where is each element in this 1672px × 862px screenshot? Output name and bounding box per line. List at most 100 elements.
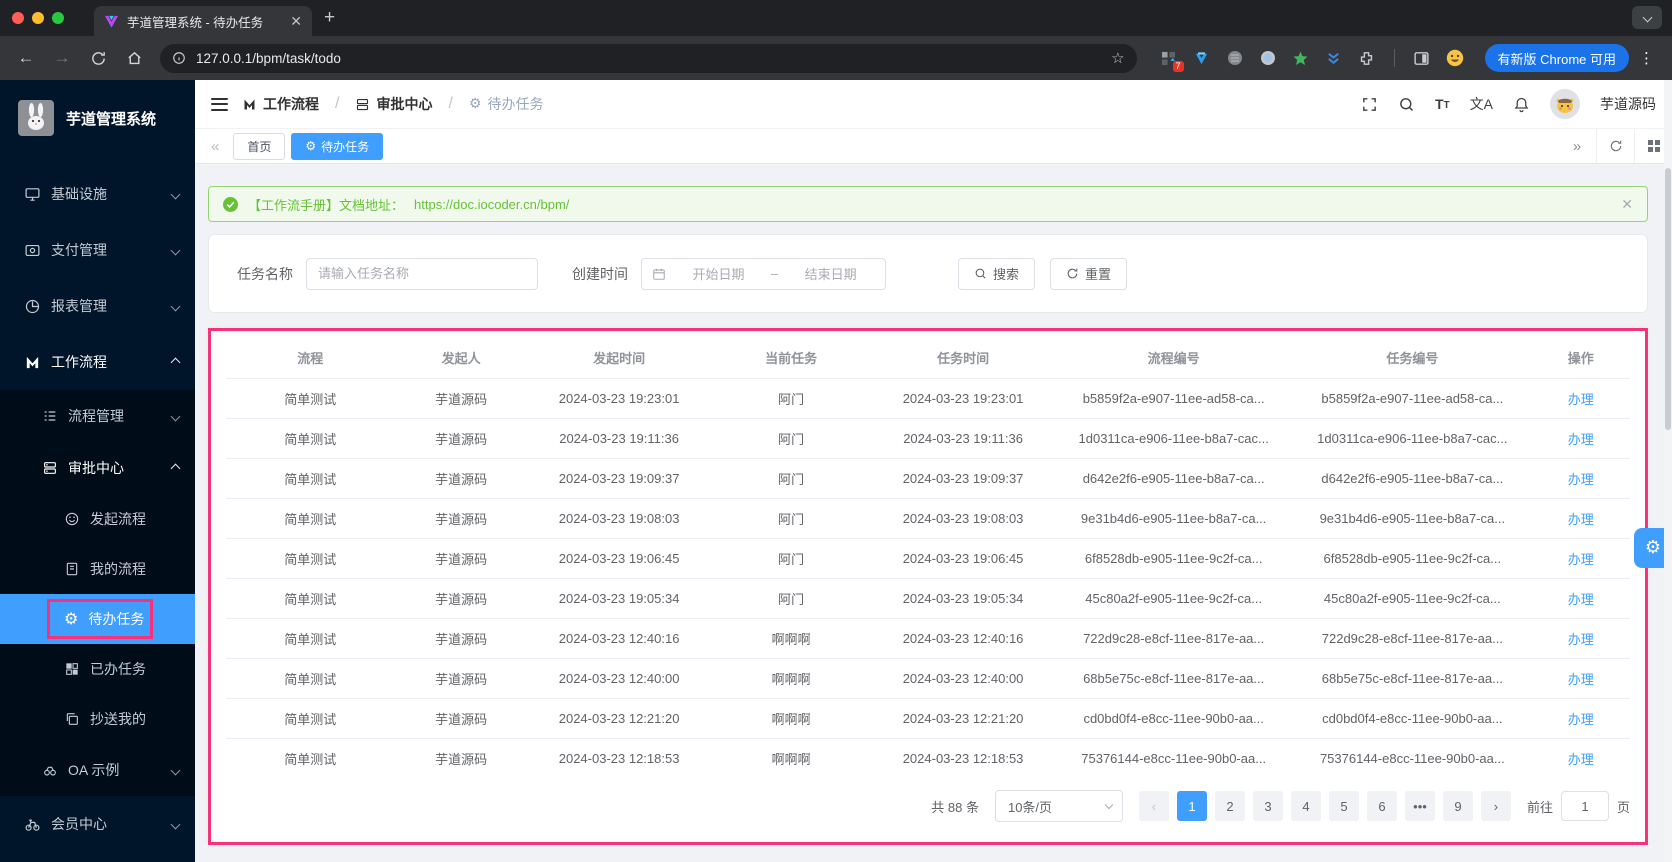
next-page-button[interactable]: › bbox=[1480, 791, 1511, 821]
hamburger-menu-icon[interactable] bbox=[211, 97, 228, 111]
server-icon bbox=[357, 98, 369, 110]
bell-icon[interactable] bbox=[1513, 96, 1530, 113]
sidebar-item-todo-task[interactable]: ⚙ 待办任务 bbox=[0, 594, 195, 644]
window-close-button[interactable] bbox=[12, 12, 24, 24]
page-scrollbar[interactable] bbox=[1664, 80, 1672, 862]
page-button[interactable]: 9 bbox=[1442, 791, 1473, 821]
handle-link[interactable]: 办理 bbox=[1568, 472, 1594, 487]
cell-process: 简单测试 bbox=[284, 592, 337, 607]
user-avatar[interactable] bbox=[1550, 89, 1580, 119]
profile-emoji-icon[interactable] bbox=[1445, 48, 1465, 68]
scrollbar-thumb[interactable] bbox=[1665, 168, 1671, 430]
double-chevron-extension-icon[interactable] bbox=[1324, 48, 1344, 68]
home-button[interactable] bbox=[120, 50, 148, 67]
sidebar-item-oa-example[interactable]: OA 示例 bbox=[0, 744, 195, 796]
new-tab-button[interactable]: + bbox=[324, 7, 335, 29]
handle-link[interactable]: 办理 bbox=[1568, 432, 1594, 447]
handle-link[interactable]: 办理 bbox=[1568, 752, 1594, 767]
page-button[interactable]: 2 bbox=[1214, 791, 1245, 821]
monitor-icon bbox=[24, 186, 41, 203]
column-header: 当前任务 bbox=[765, 350, 818, 366]
breadcrumb-workflow[interactable]: 工作流程 bbox=[242, 94, 319, 114]
tab-home[interactable]: 首页 bbox=[233, 132, 286, 160]
alert-doc-link[interactable]: https://doc.iocoder.cn/bpm/ bbox=[414, 197, 569, 212]
cell-start_time: 2024-03-23 19:06:45 bbox=[558, 551, 680, 566]
tab-list-button[interactable] bbox=[1632, 6, 1662, 29]
task-name-input[interactable] bbox=[306, 257, 538, 290]
locale-icon[interactable]: 文A bbox=[1470, 94, 1493, 114]
sidebar-item-report[interactable]: 报表管理 bbox=[0, 278, 195, 334]
browser-menu-icon[interactable]: ⋮ bbox=[1637, 49, 1660, 67]
screen: 芋道管理系统 - 待办任务 ✕ + ← → 127.0.0.1/bpm/task… bbox=[0, 0, 1672, 862]
page-button[interactable]: 3 bbox=[1252, 791, 1283, 821]
font-size-icon[interactable]: TT bbox=[1435, 96, 1450, 112]
gray-sphere-extension-icon[interactable] bbox=[1225, 48, 1245, 68]
cell-process_no: 45c80a2f-e905-11ee-9c2f-ca... bbox=[1085, 591, 1263, 606]
window-minimize-button[interactable] bbox=[32, 12, 44, 24]
cell-start_time: 2024-03-23 12:40:00 bbox=[558, 671, 680, 686]
bookmark-star-icon[interactable]: ☆ bbox=[1111, 49, 1124, 67]
sidebar-item-infrastructure[interactable]: 基础设施 bbox=[0, 166, 195, 222]
refresh-page-icon[interactable] bbox=[1596, 129, 1634, 163]
sidebar-item-approval-center[interactable]: 审批中心 bbox=[0, 442, 195, 494]
tab-todo-task[interactable]: ⚙ 待办任务 bbox=[291, 132, 384, 160]
extensions-puzzle-icon[interactable] bbox=[1357, 48, 1377, 68]
date-range-picker[interactable]: 开始日期 – 结束日期 bbox=[641, 257, 886, 290]
goto-page-input[interactable] bbox=[1560, 791, 1609, 821]
handle-link[interactable]: 办理 bbox=[1568, 392, 1594, 407]
vue-devtools-extension-icon[interactable] bbox=[1192, 48, 1212, 68]
tab-close-icon[interactable]: ✕ bbox=[290, 13, 302, 30]
wallet-icon bbox=[24, 242, 41, 259]
pinia-extension-icon[interactable] bbox=[1291, 48, 1311, 68]
sidebar-item-my-process[interactable]: 我的流程 bbox=[0, 544, 195, 594]
pagination: 共 88 条 10条/页 ‹123456•••9› 前往 页 bbox=[226, 790, 1630, 822]
app-title: 芋道管理系统 bbox=[66, 110, 157, 128]
side-panel-icon[interactable] bbox=[1412, 48, 1432, 68]
proxy-extension-icon[interactable]: 7 bbox=[1159, 48, 1184, 72]
back-button[interactable]: ← bbox=[12, 48, 40, 68]
prev-page-button[interactable]: ‹ bbox=[1138, 791, 1169, 821]
chevron-down-icon bbox=[170, 245, 181, 255]
tabs-scroll-right-icon[interactable]: » bbox=[1558, 129, 1596, 163]
url-text: 127.0.0.1/bpm/task/todo bbox=[196, 50, 341, 66]
breadcrumb-approval-center[interactable]: 审批中心 bbox=[355, 94, 432, 114]
handle-link[interactable]: 办理 bbox=[1568, 632, 1594, 647]
cell-starter: 芋道源码 bbox=[435, 552, 488, 567]
forward-button[interactable]: → bbox=[48, 48, 76, 68]
window-zoom-button[interactable] bbox=[52, 12, 64, 24]
handle-link[interactable]: 办理 bbox=[1568, 592, 1594, 607]
page-button[interactable]: 6 bbox=[1366, 791, 1397, 821]
page-button[interactable]: 1 bbox=[1176, 791, 1207, 821]
site-info-icon[interactable] bbox=[172, 51, 186, 65]
sidebar-item-initiate-process[interactable]: 发起流程 bbox=[0, 494, 195, 544]
page-size-select[interactable]: 10条/页 bbox=[994, 790, 1123, 822]
sidebar-item-member-center[interactable]: 会员中心 bbox=[0, 796, 195, 852]
sidebar-item-workflow[interactable]: 工作流程 bbox=[0, 334, 195, 390]
browser-tabstrip: 芋道管理系统 - 待办任务 ✕ + bbox=[0, 0, 1672, 36]
sidebar-item-payment[interactable]: 支付管理 bbox=[0, 222, 195, 278]
handle-link[interactable]: 办理 bbox=[1568, 512, 1594, 527]
handle-link[interactable]: 办理 bbox=[1568, 672, 1594, 687]
reset-button[interactable]: 重置 bbox=[1050, 257, 1128, 290]
reload-button[interactable] bbox=[84, 50, 112, 67]
url-bar[interactable]: 127.0.0.1/bpm/task/todo ☆ bbox=[160, 43, 1137, 73]
cell-process: 简单测试 bbox=[284, 672, 337, 687]
page-button[interactable]: 4 bbox=[1290, 791, 1321, 821]
sidebar-item-done-task[interactable]: 已办任务 bbox=[0, 644, 195, 694]
handle-link[interactable]: 办理 bbox=[1568, 552, 1594, 567]
column-header: 发起人 bbox=[441, 350, 481, 366]
sidebar-item-cc-me[interactable]: 抄送我的 bbox=[0, 694, 195, 744]
ring-extension-icon[interactable] bbox=[1258, 48, 1278, 68]
handle-link[interactable]: 办理 bbox=[1568, 712, 1594, 727]
close-icon[interactable]: ✕ bbox=[1621, 196, 1633, 213]
sidebar-item-process-management[interactable]: 流程管理 bbox=[0, 390, 195, 442]
app-logo[interactable]: 芋道管理系统 bbox=[0, 94, 195, 142]
browser-tab[interactable]: 芋道管理系统 - 待办任务 ✕ bbox=[94, 6, 312, 36]
search-icon[interactable] bbox=[1398, 96, 1415, 113]
fullscreen-icon[interactable] bbox=[1361, 96, 1378, 113]
tabs-scroll-left-icon[interactable]: « bbox=[203, 138, 227, 155]
more-pages-button[interactable]: ••• bbox=[1404, 791, 1435, 821]
page-button[interactable]: 5 bbox=[1328, 791, 1359, 821]
chrome-update-button[interactable]: 有新版 Chrome 可用 bbox=[1484, 44, 1629, 72]
search-button[interactable]: 搜索 bbox=[958, 257, 1036, 290]
